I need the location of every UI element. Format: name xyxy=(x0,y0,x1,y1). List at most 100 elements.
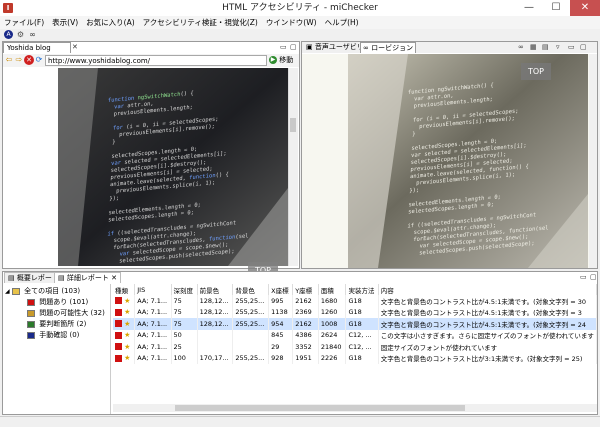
table-row[interactable]: ★ AA; 7.1... 100 170,17... 255,25... 928 1951 2… xyxy=(113,352,597,364)
tree-item-problem[interactable]: 問題あり (101) xyxy=(27,297,88,307)
tab-low-vision[interactable]: ∞ ロービジョン xyxy=(360,42,417,53)
save-icon[interactable]: ▤ xyxy=(542,42,549,53)
y-coordinate-cell: 2162 xyxy=(292,295,319,307)
page-margin xyxy=(3,68,58,266)
description-cell: 固定サイズのフォントが使われています xyxy=(378,341,597,353)
minimize-button[interactable]: — xyxy=(516,0,542,16)
column-header[interactable]: 深刻度 xyxy=(171,284,198,295)
x-coordinate-cell: 954 xyxy=(268,318,294,330)
tree-item-probable-problem[interactable]: 問題の可能性大 (32) xyxy=(27,308,105,318)
code-text: function ngSwitchWatch() { var attr.on, … xyxy=(99,90,249,266)
severity-flag-icon xyxy=(115,331,122,339)
speaker-icon: ▣ xyxy=(306,43,313,51)
column-header[interactable]: 種類 xyxy=(113,284,136,295)
collapse-icon[interactable]: ◢ xyxy=(5,288,10,295)
type-cell: ★ xyxy=(113,329,136,341)
go-button[interactable]: ▶ 移動 xyxy=(269,55,297,66)
menu-view[interactable]: 表示(V) xyxy=(48,16,82,29)
severity-cell: 100 xyxy=(171,352,198,364)
simulated-top-button[interactable]: TOP xyxy=(521,63,551,80)
type-cell: ★ xyxy=(113,306,136,318)
jis-cell: AA; 7.1... xyxy=(134,295,172,307)
maximize-pane-icon[interactable]: ▢ xyxy=(290,42,297,53)
column-header[interactable]: 実装方法 xyxy=(345,284,379,295)
url-input[interactable] xyxy=(45,55,267,66)
view-menu-icon[interactable]: ▿ xyxy=(556,42,560,53)
vertical-scrollbar[interactable] xyxy=(288,68,298,266)
column-header[interactable]: 面積 xyxy=(318,284,347,295)
severity-cell: 25 xyxy=(171,341,198,353)
issue-table: 種類 JIS 深刻度 前景色 背景色 X座標 Y座標 面積 実装方法 内容 ★ A… xyxy=(113,284,597,404)
back-arrow-icon[interactable]: ⇦ xyxy=(4,55,14,65)
technique-cell: C12, ... xyxy=(345,329,379,341)
table-row[interactable]: ★ AA; 7.1... 50 845 4386 2624 C12, ... この文字は小さす… xyxy=(113,329,597,341)
star-icon: ★ xyxy=(124,342,131,351)
tab-yoshida-blog[interactable]: Yoshida blog xyxy=(3,42,71,53)
stop-icon[interactable]: ✕ xyxy=(24,55,34,65)
menu-file[interactable]: ファイル(F) xyxy=(0,16,48,29)
x-coordinate-cell: 845 xyxy=(268,329,294,341)
y-coordinate-cell: 2162 xyxy=(292,318,319,330)
glasses-icon[interactable]: ∞ xyxy=(518,42,524,53)
table-row[interactable]: ★ AA; 7.1... 75 128,12... 255,25... 995 2162 16… xyxy=(113,295,597,307)
area-cell: 2624 xyxy=(318,329,347,341)
tree-item-needs-judgement[interactable]: 要判断箇所 (2) xyxy=(27,319,86,329)
maximize-button[interactable]: ☐ xyxy=(543,0,569,16)
report-icon: ▤ xyxy=(8,274,15,282)
tab-close-icon[interactable]: ✕ xyxy=(111,274,117,282)
glasses-icon[interactable]: ∞ xyxy=(28,30,37,39)
star-icon: ★ xyxy=(124,308,131,317)
maximize-pane-icon[interactable]: ▢ xyxy=(590,272,597,283)
forward-arrow-icon[interactable]: ⇨ xyxy=(14,55,24,65)
column-header[interactable]: X座標 xyxy=(268,284,294,295)
y-coordinate-cell: 2369 xyxy=(292,306,319,318)
simulated-header-image: function ngSwitchWatch() { var attr.on, … xyxy=(348,54,588,268)
table-row[interactable]: ★ AA; 7.1... 75 128,12... 255,25... 1138 2369 1… xyxy=(113,306,597,318)
folder-icon xyxy=(11,287,20,295)
close-button[interactable]: ✕ xyxy=(570,0,600,16)
tab-detail-report[interactable]: ▤ 詳細レポート ✕ xyxy=(54,272,121,283)
minimize-pane-icon[interactable]: ▭ xyxy=(568,42,575,53)
audio-icon[interactable]: ⚙ xyxy=(16,30,25,39)
foreground-color-cell: 128,12... xyxy=(197,306,234,318)
minimize-pane-icon[interactable]: ▭ xyxy=(280,42,287,53)
type-cell: ★ xyxy=(113,341,136,353)
refresh-icon[interactable]: ⟳ xyxy=(34,55,44,65)
table-row[interactable]: ★ AA; 7.1... 75 128,12... 255,25... 954 2162 10… xyxy=(113,318,597,330)
simulation-scrollbar[interactable] xyxy=(589,54,597,268)
issue-table-grid: 種類 JIS 深刻度 前景色 背景色 X座標 Y座標 面積 実装方法 内容 ★ A… xyxy=(113,284,597,364)
severity-cell: 75 xyxy=(171,295,198,307)
column-header[interactable]: 背景色 xyxy=(232,284,270,295)
jis-cell: AA; 7.1... xyxy=(134,352,172,364)
severity-flag-icon xyxy=(115,308,122,316)
problem-color-icon xyxy=(27,298,35,306)
header-image: function ngSwitchWatch() { var attr.on, … xyxy=(58,68,288,266)
technique-cell: G18 xyxy=(345,352,379,364)
grid-icon[interactable]: ▦ xyxy=(530,42,537,53)
tree-item-manual-check[interactable]: 手動確認 (0) xyxy=(27,330,79,340)
x-coordinate-cell: 928 xyxy=(268,352,294,364)
menu-help[interactable]: ヘルプ(H) xyxy=(321,16,363,29)
type-cell: ★ xyxy=(113,318,136,330)
severity-cell: 50 xyxy=(171,329,198,341)
column-header[interactable]: Y座標 xyxy=(292,284,319,295)
menu-accessibility[interactable]: アクセシビリティ検証・視覚化(Z) xyxy=(139,16,262,29)
column-header[interactable]: 前景色 xyxy=(197,284,234,295)
description-cell: 文字色と背景色のコントラスト比が4.5:1未満です。(対象文字列 = 3 xyxy=(378,306,597,318)
column-header[interactable]: JIS xyxy=(134,284,172,295)
minimize-pane-icon[interactable]: ▭ xyxy=(580,272,587,283)
table-row[interactable]: ★ AA; 7.1... 25 29 3352 21840 C12, ... 固定サイズのフォ… xyxy=(113,341,597,353)
accessibility-icon[interactable]: A xyxy=(4,30,13,39)
menu-window[interactable]: ウインドウ(W) xyxy=(262,16,321,29)
foreground-color-cell: 128,12... xyxy=(197,318,234,330)
tab-close-icon[interactable]: ✕ xyxy=(72,42,78,53)
background-color-cell: 255,25... xyxy=(232,318,270,330)
tree-item-all[interactable]: ◢ 全ての項目 (103) xyxy=(5,286,80,296)
glasses-icon: ∞ xyxy=(363,44,369,52)
scrollbar-thumb[interactable] xyxy=(290,118,296,132)
maximize-pane-icon[interactable]: ▢ xyxy=(580,42,587,53)
y-coordinate-cell: 4386 xyxy=(292,329,319,341)
horizontal-scrollbar-thumb[interactable] xyxy=(175,405,465,411)
column-header[interactable]: 内容 xyxy=(378,284,597,295)
menu-favorites[interactable]: お気に入り(A) xyxy=(82,16,138,29)
